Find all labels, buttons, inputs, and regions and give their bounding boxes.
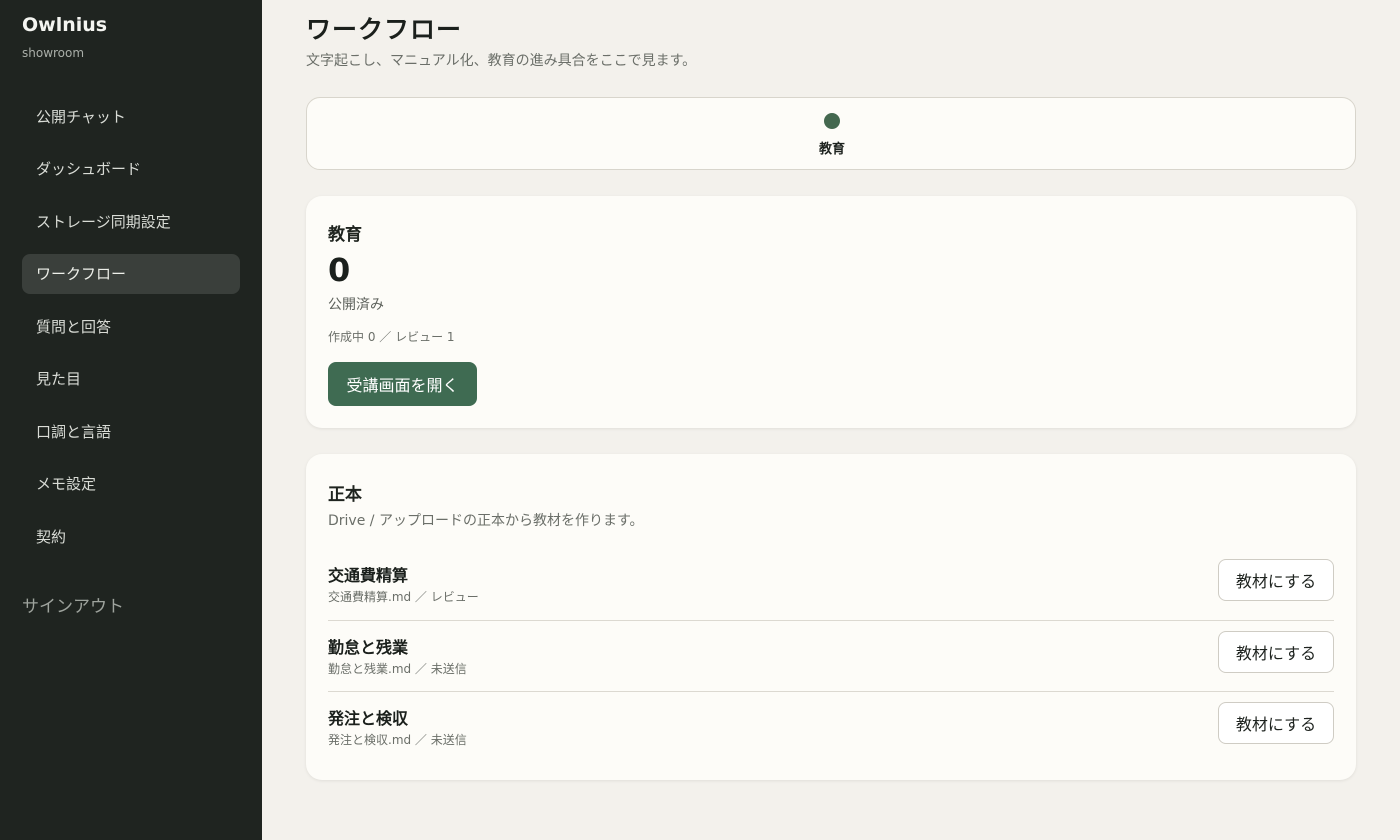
- make-material-button[interactable]: 教材にする: [1218, 559, 1334, 601]
- published-label: 公開済み: [328, 297, 384, 313]
- open-course-button[interactable]: 受講画面を開く: [328, 362, 477, 406]
- sidebar-item-public-chat[interactable]: 公開チャット: [22, 96, 240, 136]
- sidebar: Owlnius showroom 公開チャット ダッシュボード ストレージ同期設…: [0, 0, 262, 840]
- brand-subtitle: showroom: [22, 46, 85, 60]
- brand-name: Owlnius: [22, 14, 108, 36]
- sidebar-item-workflow[interactable]: ワークフロー: [22, 253, 240, 294]
- list-item: 発注と検収 発注と検収.md ／ 未送信 教材にする: [328, 691, 1334, 762]
- sidebar-item-memo-settings[interactable]: メモ設定: [22, 464, 240, 504]
- education-card-title: 教育: [328, 225, 362, 245]
- source-card: 正本 Drive / アップロードの正本から教材を作ります。 交通費精算 交通費…: [306, 454, 1356, 780]
- step-label: 教育: [818, 142, 845, 157]
- doc-meta: 勤怠と残業.md ／ 未送信: [328, 662, 467, 676]
- sidebar-item-appearance[interactable]: 見た目: [22, 359, 240, 399]
- doc-meta: 発注と検収.md ／ 未送信: [328, 733, 467, 747]
- list-item: 勤怠と残業 勤怠と残業.md ／ 未送信 教材にする: [328, 620, 1334, 691]
- published-count: 0: [328, 251, 351, 289]
- source-card-title: 正本: [328, 485, 362, 505]
- sidebar-nav: 公開チャット ダッシュボード ストレージ同期設定 ワークフロー 質問と回答 見た…: [22, 96, 240, 569]
- education-card: 教育 0 公開済み 作成中 0 ／ レビュー 1 受講画面を開く: [306, 196, 1356, 428]
- sidebar-item-dashboard[interactable]: ダッシュボード: [22, 149, 240, 189]
- step-indicator-dot: [824, 113, 840, 129]
- education-status-meta: 作成中 0 ／ レビュー 1: [328, 330, 455, 344]
- doc-title: 交通費精算: [328, 566, 409, 585]
- doc-meta: 交通費精算.md ／ レビュー: [328, 590, 479, 604]
- doc-title: 発注と検収: [328, 709, 409, 728]
- make-material-button[interactable]: 教材にする: [1218, 702, 1334, 744]
- sidebar-item-tone-language[interactable]: 口調と言語: [22, 411, 240, 451]
- workflow-stepper: 教育: [306, 97, 1356, 170]
- page-title: ワークフロー: [306, 15, 463, 44]
- sidebar-item-contract[interactable]: 契約: [22, 516, 240, 556]
- source-doc-list: 交通費精算 交通費精算.md ／ レビュー 教材にする 勤怠と残業 勤怠と残業.…: [328, 549, 1334, 762]
- sidebar-item-qa[interactable]: 質問と回答: [22, 306, 240, 346]
- page-subtitle: 文字起こし、マニュアル化、教育の進み具合をここで見ます。: [306, 53, 697, 69]
- doc-title: 勤怠と残業: [328, 638, 409, 657]
- sidebar-item-storage-sync[interactable]: ストレージ同期設定: [22, 201, 240, 241]
- make-material-button[interactable]: 教材にする: [1218, 631, 1334, 673]
- step-education[interactable]: 教育: [307, 112, 1357, 157]
- list-item: 交通費精算 交通費精算.md ／ レビュー 教材にする: [328, 549, 1334, 620]
- signout-link[interactable]: サインアウト: [22, 592, 124, 617]
- source-card-description: Drive / アップロードの正本から教材を作ります。: [328, 513, 644, 529]
